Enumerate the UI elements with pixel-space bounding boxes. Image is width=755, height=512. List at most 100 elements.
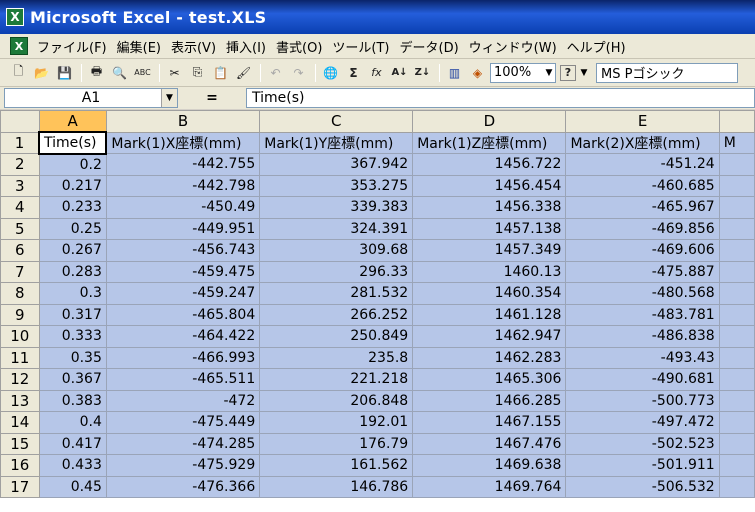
column-header[interactable]: B (105, 110, 261, 133)
redo-icon[interactable]: ↷ (288, 62, 309, 83)
row-header[interactable]: 5 (0, 217, 40, 240)
cell[interactable]: -460.685 (565, 174, 720, 197)
cell[interactable]: -465.967 (565, 196, 720, 219)
cell[interactable]: 1460.354 (412, 282, 567, 305)
cell[interactable]: -506.532 (565, 475, 720, 498)
cell[interactable]: -475.929 (105, 454, 261, 477)
menu-tools[interactable]: ツール(T) (327, 37, 394, 56)
row-header[interactable]: 15 (0, 432, 40, 455)
cell[interactable]: -465.804 (105, 303, 261, 326)
autosum-icon[interactable]: Σ (343, 62, 364, 83)
cell[interactable]: -493.43 (565, 346, 720, 369)
cell[interactable]: -483.781 (565, 303, 720, 326)
cell[interactable] (718, 153, 755, 176)
cell[interactable]: 0.35 (38, 346, 107, 369)
cell[interactable]: 221.218 (259, 368, 414, 391)
cell[interactable]: 206.848 (259, 389, 414, 412)
chevron-down-icon[interactable]: ▼ (578, 68, 590, 78)
row-header[interactable]: 10 (0, 325, 40, 348)
column-header[interactable]: D (412, 110, 567, 133)
row-header[interactable]: 8 (0, 282, 40, 305)
menu-file[interactable]: ファイル(F) (32, 37, 112, 56)
format-painter-icon[interactable]: 🖌 (233, 62, 254, 83)
cell[interactable]: 0.267 (38, 239, 107, 262)
column-header[interactable] (718, 110, 755, 133)
function-icon[interactable]: fx (366, 62, 387, 83)
cell[interactable]: -497.472 (565, 411, 720, 434)
formula-equals[interactable]: = (178, 90, 246, 106)
row-header[interactable]: 1 (0, 131, 40, 154)
cell[interactable] (718, 325, 755, 348)
sort-ascending-icon[interactable]: A↓ (389, 62, 410, 83)
cell[interactable] (718, 346, 755, 369)
cell[interactable]: -466.993 (105, 346, 261, 369)
row-header[interactable]: 6 (0, 239, 40, 262)
cell[interactable]: -475.887 (565, 260, 720, 283)
column-header[interactable]: C (259, 110, 414, 133)
formula-input[interactable]: Time(s) (246, 88, 755, 108)
cell[interactable]: 1457.349 (412, 239, 567, 262)
cut-icon[interactable]: ✂ (164, 62, 185, 83)
name-box[interactable]: A1 ▼ (4, 88, 178, 108)
cell[interactable]: 235.8 (259, 346, 414, 369)
cell[interactable]: 1465.306 (412, 368, 567, 391)
cell[interactable]: 339.383 (259, 196, 414, 219)
cell[interactable]: 367.942 (259, 153, 414, 176)
cell[interactable]: 1466.285 (412, 389, 567, 412)
cell[interactable] (718, 303, 755, 326)
new-icon[interactable]: 🗋 (8, 62, 29, 83)
cell[interactable] (718, 475, 755, 498)
row-header[interactable]: 12 (0, 368, 40, 391)
hyperlink-icon[interactable]: 🌐 (320, 62, 341, 83)
row-header[interactable]: 3 (0, 174, 40, 197)
cell[interactable] (718, 217, 755, 240)
cell[interactable]: 176.79 (259, 432, 414, 455)
active-cell[interactable]: Time(s) (37, 131, 108, 155)
cell[interactable]: -456.743 (105, 239, 261, 262)
cell[interactable]: -480.568 (565, 282, 720, 305)
undo-icon[interactable]: ↶ (265, 62, 286, 83)
cell[interactable]: 0.367 (38, 368, 107, 391)
cell[interactable]: -501.911 (565, 454, 720, 477)
cell[interactable]: Mark(1)Z座標(mm) (412, 131, 567, 154)
row-header[interactable]: 17 (0, 475, 40, 498)
paste-icon[interactable]: 📋 (210, 62, 231, 83)
cell[interactable]: Mark(2)X座標(mm) (565, 131, 720, 154)
cell[interactable]: -490.681 (565, 368, 720, 391)
cell[interactable]: -450.49 (105, 196, 261, 219)
cell[interactable]: -472 (105, 389, 261, 412)
zoom-select[interactable]: 100% ▼ (490, 62, 556, 83)
cell[interactable]: -442.755 (105, 153, 261, 176)
cell[interactable]: -469.606 (565, 239, 720, 262)
sort-descending-icon[interactable]: Z↓ (412, 62, 433, 83)
cell[interactable]: 0.283 (38, 260, 107, 283)
drawing-icon[interactable]: ◈ (467, 62, 488, 83)
cell[interactable]: 1462.283 (412, 346, 567, 369)
cell[interactable]: -459.247 (105, 282, 261, 305)
cell[interactable]: -442.798 (105, 174, 261, 197)
menu-insert[interactable]: 挿入(I) (221, 37, 271, 56)
workbook-icon[interactable]: X (10, 37, 28, 55)
cell[interactable]: 1457.138 (412, 217, 567, 240)
cell[interactable]: 1456.722 (412, 153, 567, 176)
cell[interactable]: 1461.128 (412, 303, 567, 326)
menu-format[interactable]: 書式(O) (271, 37, 327, 56)
menu-help[interactable]: ヘルプ(H) (562, 37, 631, 56)
cell[interactable]: 146.786 (259, 475, 414, 498)
cell[interactable]: 1469.638 (412, 454, 567, 477)
cell[interactable]: 266.252 (259, 303, 414, 326)
cell[interactable]: 0.317 (38, 303, 107, 326)
cell[interactable]: -500.773 (565, 389, 720, 412)
cell[interactable]: 1456.338 (412, 196, 567, 219)
cell[interactable]: 0.3 (38, 282, 107, 305)
print-icon[interactable]: 🖶 (86, 62, 107, 83)
cell[interactable]: M (718, 131, 755, 154)
column-header[interactable]: A (38, 110, 107, 133)
cell[interactable]: -474.285 (105, 432, 261, 455)
cell[interactable] (718, 432, 755, 455)
cell[interactable] (718, 411, 755, 434)
cell[interactable]: -502.523 (565, 432, 720, 455)
cell[interactable] (718, 260, 755, 283)
chevron-down-icon[interactable]: ▼ (161, 89, 177, 107)
row-header[interactable]: 7 (0, 260, 40, 283)
